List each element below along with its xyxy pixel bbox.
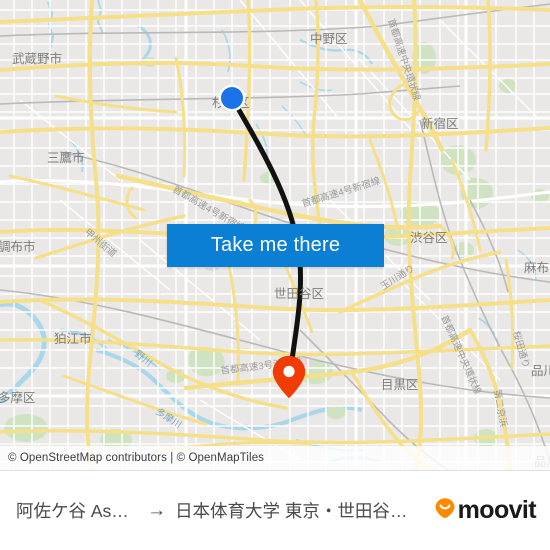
map-label-ward: 中野区: [310, 31, 348, 46]
map-label-city: 調布市: [0, 239, 36, 254]
map-label-ward: 目黒区: [381, 378, 419, 392]
moovit-route-map-screen: 武蔵野市 三鷹市 調布市 狛江市 多摩区 中野区 杉並区 新宿区 渋谷区 世田谷…: [0, 0, 550, 550]
moovit-wordmark: moovit: [457, 496, 537, 524]
map-label-city: 三鷹市: [47, 150, 85, 165]
route-destination-name: 日本体育大学 東京・世田谷キャ...: [175, 501, 425, 521]
map-label-city: 武蔵野市: [12, 51, 62, 66]
map-label-city: 多摩区: [0, 390, 36, 405]
route-origin-name: 阿佐ケ谷 Asag...: [16, 501, 139, 521]
arrow-right-icon: →: [147, 499, 167, 521]
moovit-logo[interactable]: moovit: [433, 496, 537, 525]
route-summary: 阿佐ケ谷 Asag... → 日本体育大学 東京・世田谷キャ...: [16, 498, 425, 523]
map-attribution: © OpenStreetMap contributors | © OpenMap…: [0, 446, 550, 470]
moovit-pin-icon: [433, 496, 457, 525]
take-me-there-button[interactable]: Take me there: [167, 224, 384, 267]
map-label-ward: 麻布: [524, 260, 549, 275]
route-footer: 阿佐ケ谷 Asag... → 日本体育大学 東京・世田谷キャ... moovit: [0, 470, 550, 550]
map-label-ward: 品川区: [531, 364, 550, 378]
map-label-city: 狛江市: [54, 331, 92, 346]
map-label-ward: 新宿区: [421, 116, 459, 131]
map-label-ward: 渋谷区: [410, 231, 448, 245]
map-label-ward: 世田谷区: [274, 287, 324, 301]
destination-marker-pin[interactable]: [272, 355, 306, 399]
origin-marker-dot[interactable]: [221, 87, 243, 109]
